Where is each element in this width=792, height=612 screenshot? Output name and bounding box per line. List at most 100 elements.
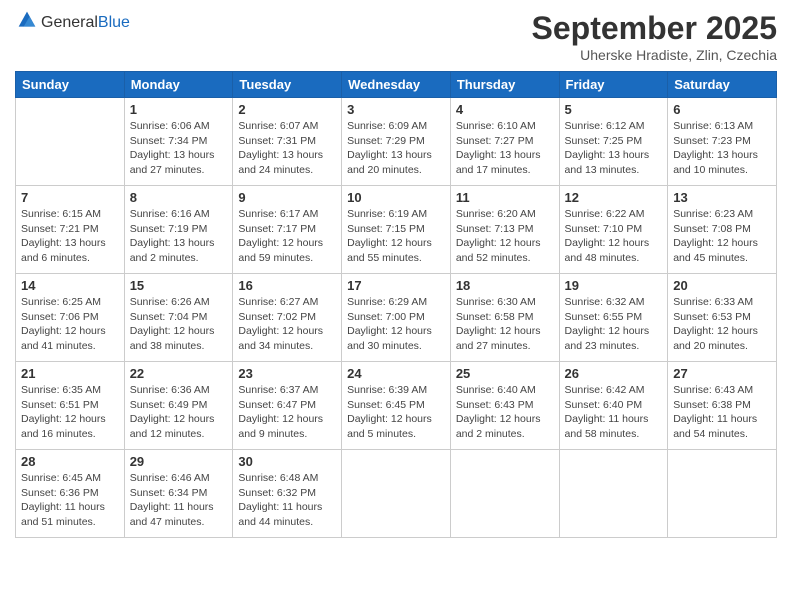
day-info: Sunrise: 6:25 AM Sunset: 7:06 PM Daylight:… bbox=[21, 295, 119, 354]
day-cell: 19Sunrise: 6:32 AMSunset: 6:55 PMDayligh… bbox=[559, 274, 668, 362]
day-info-line: Daylight: 13 hours bbox=[21, 237, 106, 249]
weekday-thursday: Thursday bbox=[450, 72, 559, 98]
day-info-line: and 2 minutes. bbox=[456, 428, 525, 440]
day-info-line: Daylight: 12 hours bbox=[347, 237, 432, 249]
day-cell: 10Sunrise: 6:19 AMSunset: 7:15 PMDayligh… bbox=[342, 186, 451, 274]
day-number: 4 bbox=[456, 102, 554, 117]
day-number: 15 bbox=[130, 278, 228, 293]
day-info-line: Daylight: 12 hours bbox=[347, 325, 432, 337]
day-cell bbox=[559, 450, 668, 538]
logo-general: General bbox=[41, 14, 98, 31]
day-number: 3 bbox=[347, 102, 445, 117]
day-info-line: Daylight: 13 hours bbox=[238, 149, 323, 161]
day-info-line: Sunrise: 6:40 AM bbox=[456, 384, 536, 396]
day-info-line: Daylight: 12 hours bbox=[130, 325, 215, 337]
day-info-line: Daylight: 13 hours bbox=[130, 149, 215, 161]
day-number: 28 bbox=[21, 454, 119, 469]
day-info-line: and 5 minutes. bbox=[347, 428, 416, 440]
day-info-line: and 54 minutes. bbox=[673, 428, 748, 440]
day-info-line: Sunset: 7:25 PM bbox=[565, 135, 643, 147]
day-number: 18 bbox=[456, 278, 554, 293]
day-info-line: and 51 minutes. bbox=[21, 516, 96, 528]
day-info-line: and 45 minutes. bbox=[673, 252, 748, 264]
day-cell: 5 Sunrise: 6:12 AM Sunset: 7:25 PM Daylight… bbox=[559, 98, 668, 186]
day-info-line: Daylight: 11 hours bbox=[565, 413, 649, 425]
day-number: 16 bbox=[238, 278, 336, 293]
day-info-line: and 12 minutes. bbox=[130, 428, 205, 440]
day-info-line: Daylight: 12 hours bbox=[238, 413, 323, 425]
day-number: 12 bbox=[565, 190, 663, 205]
day-info-line: Sunset: 6:38 PM bbox=[673, 399, 751, 411]
day-cell: 29Sunrise: 6:46 AMSunset: 6:34 PMDayligh… bbox=[124, 450, 233, 538]
day-info-line: Sunset: 7:06 PM bbox=[21, 311, 99, 323]
day-number: 23 bbox=[238, 366, 336, 381]
day-number: 25 bbox=[456, 366, 554, 381]
day-info-line: and 6 minutes. bbox=[21, 252, 90, 264]
day-info-line: and 10 minutes. bbox=[673, 164, 748, 176]
day-info-line: Sunrise: 6:25 AM bbox=[21, 296, 101, 308]
day-info-line: Sunset: 6:51 PM bbox=[21, 399, 99, 411]
day-cell: 7Sunrise: 6:15 AMSunset: 7:21 PMDaylight… bbox=[16, 186, 125, 274]
day-info-line: Sunrise: 6:09 AM bbox=[347, 120, 427, 132]
day-info-line: Sunrise: 6:12 AM bbox=[565, 120, 645, 132]
day-cell: 9Sunrise: 6:17 AMSunset: 7:17 PMDaylight… bbox=[233, 186, 342, 274]
day-info-line: Sunrise: 6:42 AM bbox=[565, 384, 645, 396]
day-info-line: Sunrise: 6:16 AM bbox=[130, 208, 210, 220]
day-info-line: Daylight: 12 hours bbox=[456, 413, 541, 425]
day-info-line: and 24 minutes. bbox=[238, 164, 313, 176]
day-info-line: Daylight: 12 hours bbox=[565, 325, 650, 337]
day-info-line: and 20 minutes. bbox=[347, 164, 422, 176]
day-info-line: Daylight: 12 hours bbox=[21, 325, 106, 337]
day-info-line: Sunset: 6:49 PM bbox=[130, 399, 208, 411]
logo: GeneralBlue bbox=[15, 10, 130, 35]
logo-text: GeneralBlue bbox=[41, 14, 130, 32]
day-info-line: Daylight: 13 hours bbox=[456, 149, 541, 161]
day-info-line: Sunrise: 6:32 AM bbox=[565, 296, 645, 308]
day-info-line: Sunset: 7:08 PM bbox=[673, 223, 751, 235]
day-number: 30 bbox=[238, 454, 336, 469]
day-info-line: Sunrise: 6:15 AM bbox=[21, 208, 101, 220]
day-cell: 3Sunrise: 6:09 AMSunset: 7:29 PMDaylight… bbox=[342, 98, 451, 186]
day-info: Sunrise: 6:16 AMSunset: 7:19 PMDaylight:… bbox=[130, 207, 228, 266]
day-info-line: Sunrise: 6:10 AM bbox=[456, 120, 536, 132]
day-info-line: Sunrise: 6:48 AM bbox=[238, 472, 318, 484]
day-cell: 23Sunrise: 6:37 AMSunset: 6:47 PMDayligh… bbox=[233, 362, 342, 450]
day-cell: 27Sunrise: 6:43 AMSunset: 6:38 PMDayligh… bbox=[668, 362, 777, 450]
day-info-line: and 47 minutes. bbox=[130, 516, 205, 528]
day-cell: 15Sunrise: 6:26 AMSunset: 7:04 PMDayligh… bbox=[124, 274, 233, 362]
day-info-line: Daylight: 13 hours bbox=[347, 149, 432, 161]
day-info-line: Daylight: 13 hours bbox=[565, 149, 650, 161]
day-info-line: Sunset: 6:53 PM bbox=[673, 311, 751, 323]
day-info: Sunrise: 6:30 AMSunset: 6:58 PMDaylight:… bbox=[456, 295, 554, 354]
day-info-line: Sunset: 7:19 PM bbox=[130, 223, 208, 235]
day-cell: 11Sunrise: 6:20 AMSunset: 7:13 PMDayligh… bbox=[450, 186, 559, 274]
day-info-line: Daylight: 12 hours bbox=[130, 413, 215, 425]
day-info-line: and 9 minutes. bbox=[238, 428, 307, 440]
day-number: 22 bbox=[130, 366, 228, 381]
day-info-line: Sunset: 7:04 PM bbox=[130, 311, 208, 323]
day-cell: 8Sunrise: 6:16 AMSunset: 7:19 PMDaylight… bbox=[124, 186, 233, 274]
day-info: Sunrise: 6:19 AMSunset: 7:15 PMDaylight:… bbox=[347, 207, 445, 266]
day-info: Sunrise: 6:22 AMSunset: 7:10 PMDaylight:… bbox=[565, 207, 663, 266]
day-cell: 13Sunrise: 6:23 AMSunset: 7:08 PMDayligh… bbox=[668, 186, 777, 274]
day-number: 1 bbox=[130, 102, 228, 117]
weekday-wednesday: Wednesday bbox=[342, 72, 451, 98]
day-number: 20 bbox=[673, 278, 771, 293]
day-info-line: Sunset: 7:31 PM bbox=[238, 135, 316, 147]
day-info-line: and 17 minutes. bbox=[456, 164, 531, 176]
weekday-monday: Monday bbox=[124, 72, 233, 98]
day-info: Sunrise: 6:15 AMSunset: 7:21 PMDaylight:… bbox=[21, 207, 119, 266]
calendar-table: SundayMondayTuesdayWednesdayThursdayFrid… bbox=[15, 71, 777, 538]
day-number: 5 bbox=[565, 102, 663, 117]
logo-blue: Blue bbox=[98, 14, 130, 31]
day-info-line: Daylight: 11 hours bbox=[238, 501, 322, 513]
day-info-line: Daylight: 11 hours bbox=[21, 501, 105, 513]
calendar-page: GeneralBlue September 2025 Uherske Hradi… bbox=[0, 0, 792, 612]
day-info: Sunrise: 6:07 AMSunset: 7:31 PMDaylight:… bbox=[238, 119, 336, 178]
day-number: 21 bbox=[21, 366, 119, 381]
day-cell: 28Sunrise: 6:45 AMSunset: 6:36 PMDayligh… bbox=[16, 450, 125, 538]
week-row-5: 28Sunrise: 6:45 AMSunset: 6:36 PMDayligh… bbox=[16, 450, 777, 538]
day-info-line: Daylight: 12 hours bbox=[347, 413, 432, 425]
day-info-line: and 55 minutes. bbox=[347, 252, 422, 264]
day-info-line: Daylight: 12 hours bbox=[673, 325, 758, 337]
